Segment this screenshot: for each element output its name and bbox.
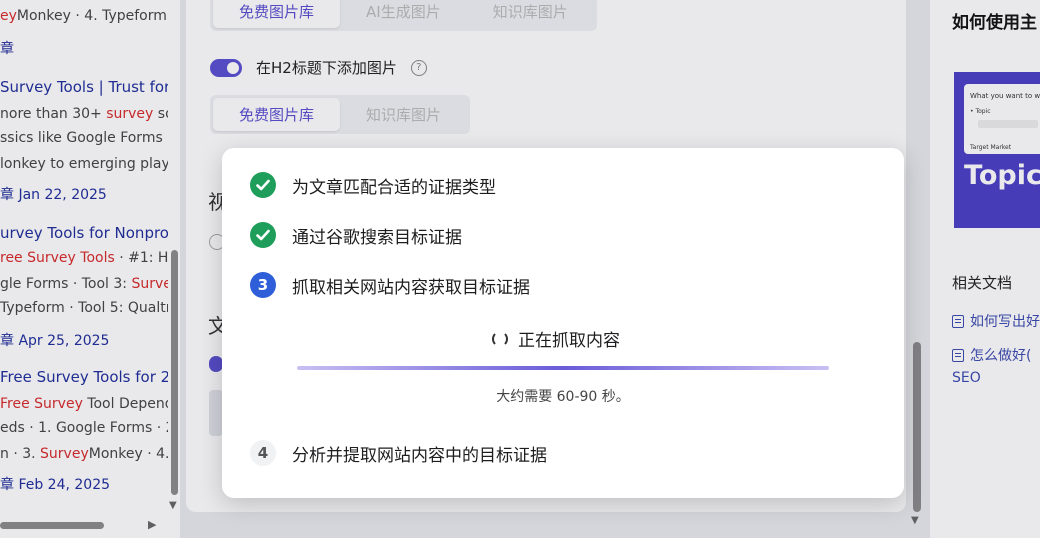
check-icon (250, 172, 276, 198)
step-label: 为文章匹配合适的证据类型 (292, 177, 496, 198)
progress-modal: 为文章匹配合适的证据类型 通过谷歌搜索目标证据 3 抓取相关网站内容获取目标证据… (222, 148, 904, 498)
step-4: 4 分析并提取网站内容中的目标证据 (250, 440, 547, 466)
progress-bar-fill (297, 366, 829, 370)
step-3: 3 抓取相关网站内容获取目标证据 (250, 272, 530, 298)
progress-status: 正在抓取内容 (492, 326, 620, 351)
status-text: 正在抓取内容 (518, 331, 620, 351)
loading-spinner-icon (492, 330, 508, 347)
check-icon (250, 222, 276, 248)
step-label: 通过谷歌搜索目标证据 (292, 227, 462, 248)
step-number-badge: 4 (250, 440, 276, 466)
step-number-badge: 3 (250, 272, 276, 298)
step-label: 分析并提取网站内容中的目标证据 (292, 445, 547, 466)
progress-bar (297, 366, 829, 370)
step-1: 为文章匹配合适的证据类型 (250, 172, 496, 198)
estimated-time: 大约需要 60-90 秒。 (496, 389, 630, 405)
step-label: 抓取相关网站内容获取目标证据 (292, 277, 530, 298)
step-2: 通过谷歌搜索目标证据 (250, 222, 462, 248)
